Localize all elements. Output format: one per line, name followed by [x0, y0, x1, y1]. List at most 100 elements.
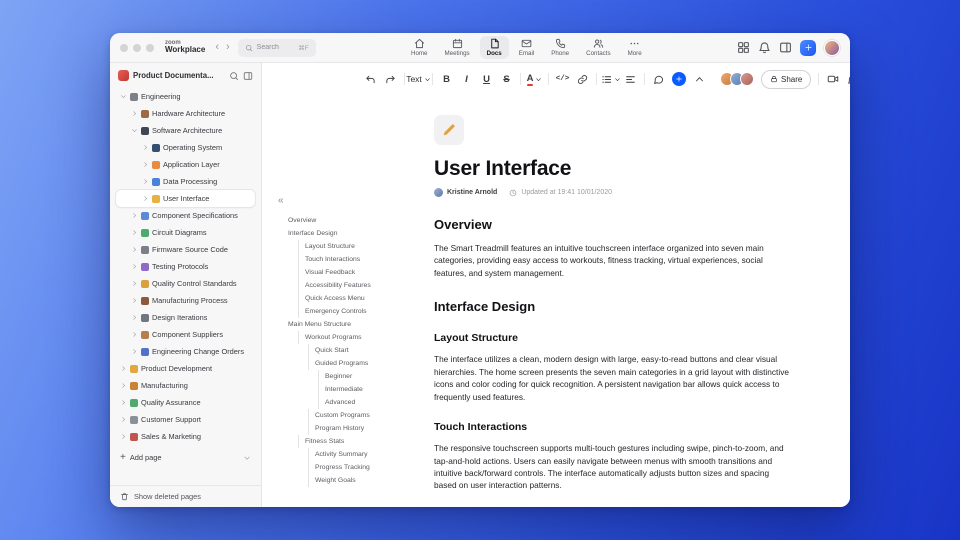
chevron-right-icon[interactable]	[131, 280, 138, 287]
sidebar-item-testing-protocols[interactable]: Testing Protocols	[116, 258, 255, 275]
user-avatar[interactable]	[824, 39, 840, 56]
sidebar-item-operating-system[interactable]: Operating System	[116, 139, 255, 156]
code-button[interactable]: </>	[556, 70, 570, 88]
chevron-right-icon[interactable]	[142, 178, 149, 185]
chevron-right-icon[interactable]	[131, 331, 138, 338]
close-window-button[interactable]	[120, 43, 128, 52]
chevron-right-icon[interactable]	[131, 212, 138, 219]
outline-item-beginner[interactable]: Beginner	[318, 370, 416, 383]
chevron-right-icon[interactable]	[131, 229, 138, 236]
chevron-down-icon[interactable]	[131, 127, 138, 134]
sidebar-item-firmware-source-code[interactable]: Firmware Source Code	[116, 241, 255, 258]
sidebar-item-data-processing[interactable]: Data Processing	[116, 173, 255, 190]
sidebar-item-engineering-change-orders[interactable]: Engineering Change Orders	[116, 343, 255, 360]
tab-meetings[interactable]: Meetings	[438, 36, 477, 59]
outline-item-workout-programs[interactable]: Workout Programs	[298, 331, 416, 344]
align-button[interactable]	[624, 70, 637, 88]
list-button[interactable]	[604, 70, 617, 88]
link-button[interactable]	[576, 70, 589, 88]
collapse-toolbar-button[interactable]	[693, 70, 706, 88]
strikethrough-button[interactable]: S	[500, 70, 513, 88]
forward-button[interactable]: ›	[226, 42, 230, 53]
chat-button[interactable]	[846, 70, 850, 88]
text-style-dropdown[interactable]: Text	[406, 70, 425, 88]
outline-item-touch-interactions[interactable]: Touch Interactions	[298, 253, 416, 266]
outline-item-overview[interactable]: Overview	[288, 214, 416, 227]
sidebar-item-quality-assurance[interactable]: Quality Assurance	[116, 394, 255, 411]
collaborator-avatars[interactable]	[720, 72, 754, 86]
chevron-down-icon[interactable]	[120, 93, 127, 100]
sidebar-item-product-development[interactable]: Product Development	[116, 360, 255, 377]
sidebar-item-application-layer[interactable]: Application Layer	[116, 156, 255, 173]
text-color-button[interactable]: A	[526, 70, 541, 88]
bold-button[interactable]: B	[440, 70, 453, 88]
panel-toggle-icon[interactable]	[779, 41, 792, 54]
outline-item-guided-programs[interactable]: Guided Programs	[308, 357, 416, 370]
chevron-right-icon[interactable]	[120, 382, 127, 389]
sidebar-item-sales-marketing[interactable]: Sales & Marketing	[116, 428, 255, 445]
chevron-right-icon[interactable]	[142, 195, 149, 202]
comment-button[interactable]	[652, 70, 665, 88]
outline-item-emergency-controls[interactable]: Emergency Controls	[298, 305, 416, 318]
chevron-right-icon[interactable]	[131, 246, 138, 253]
outline-item-main-menu-structure[interactable]: Main Menu Structure	[288, 318, 416, 331]
sidebar-item-customer-support[interactable]: Customer Support	[116, 411, 255, 428]
outline-item-weight-goals[interactable]: Weight Goals	[308, 474, 416, 487]
workspace-title[interactable]: Product Documenta...	[133, 71, 225, 80]
share-button[interactable]: Share	[761, 69, 812, 89]
outline-item-layout-structure[interactable]: Layout Structure	[298, 240, 416, 253]
tab-contacts[interactable]: Contacts	[579, 36, 617, 59]
outline-item-activity-summary[interactable]: Activity Summary	[308, 448, 416, 461]
chevron-right-icon[interactable]	[131, 263, 138, 270]
chevron-right-icon[interactable]	[120, 433, 127, 440]
document-emoji-icon[interactable]	[434, 115, 464, 145]
document-title[interactable]: User Interface	[434, 157, 804, 181]
sidebar-item-circuit-diagrams[interactable]: Circuit Diagrams	[116, 224, 255, 241]
outline-item-custom-programs[interactable]: Custom Programs	[308, 409, 416, 422]
italic-button[interactable]: I	[460, 70, 473, 88]
chevron-right-icon[interactable]	[142, 144, 149, 151]
add-page-button[interactable]: + Add page	[116, 449, 255, 466]
sidebar-item-user-interface[interactable]: User Interface	[116, 190, 255, 207]
chevron-right-icon[interactable]	[131, 314, 138, 321]
outline-item-quick-access-menu[interactable]: Quick Access Menu	[298, 292, 416, 305]
outline-item-visual-feedback[interactable]: Visual Feedback	[298, 266, 416, 279]
outline-item-intermediate[interactable]: Intermediate	[318, 383, 416, 396]
show-deleted-pages-button[interactable]: Show deleted pages	[110, 485, 261, 507]
sidebar-collapse-icon[interactable]	[243, 71, 253, 81]
collapse-outline-button[interactable]: «	[278, 195, 292, 206]
notifications-bell-icon[interactable]	[758, 41, 771, 54]
sidebar-item-hardware-architecture[interactable]: Hardware Architecture	[116, 105, 255, 122]
sidebar-item-component-specifications[interactable]: Component Specifications	[116, 207, 255, 224]
new-plus-button[interactable]	[800, 39, 816, 56]
sidebar-item-quality-control-standards[interactable]: Quality Control Standards	[116, 275, 255, 292]
sidebar-item-engineering[interactable]: Engineering	[116, 88, 255, 105]
sidebar-item-component-suppliers[interactable]: Component Suppliers	[116, 326, 255, 343]
redo-button[interactable]	[384, 70, 397, 88]
chevron-right-icon[interactable]	[120, 416, 127, 423]
underline-button[interactable]: U	[480, 70, 493, 88]
tab-phone[interactable]: Phone	[544, 36, 576, 59]
outline-item-accessibility-features[interactable]: Accessibility Features	[298, 279, 416, 292]
chevron-right-icon[interactable]	[142, 161, 149, 168]
insert-block-button[interactable]	[672, 72, 686, 86]
outline-item-advanced[interactable]: Advanced	[318, 396, 416, 409]
document[interactable]: User Interface Kristine Arnold Updated a…	[420, 95, 850, 507]
chevron-right-icon[interactable]	[131, 348, 138, 355]
tab-email[interactable]: Email	[512, 36, 541, 59]
tab-docs[interactable]: Docs	[479, 36, 509, 59]
outline-item-interface-design[interactable]: Interface Design	[288, 227, 416, 240]
chevron-right-icon[interactable]	[120, 399, 127, 406]
undo-button[interactable]	[364, 70, 377, 88]
chevron-right-icon[interactable]	[131, 110, 138, 117]
global-search-input[interactable]: Search ⌘F	[237, 38, 316, 57]
apps-grid-icon[interactable]	[737, 41, 750, 54]
chevron-right-icon[interactable]	[120, 365, 127, 372]
sidebar-item-design-iterations[interactable]: Design Iterations	[116, 309, 255, 326]
tab-more[interactable]: More	[621, 36, 649, 59]
back-button[interactable]: ‹	[215, 42, 219, 53]
maximize-window-button[interactable]	[146, 43, 154, 52]
minimize-window-button[interactable]	[133, 43, 141, 52]
outline-item-progress-tracking[interactable]: Progress Tracking	[308, 461, 416, 474]
chevron-right-icon[interactable]	[131, 297, 138, 304]
